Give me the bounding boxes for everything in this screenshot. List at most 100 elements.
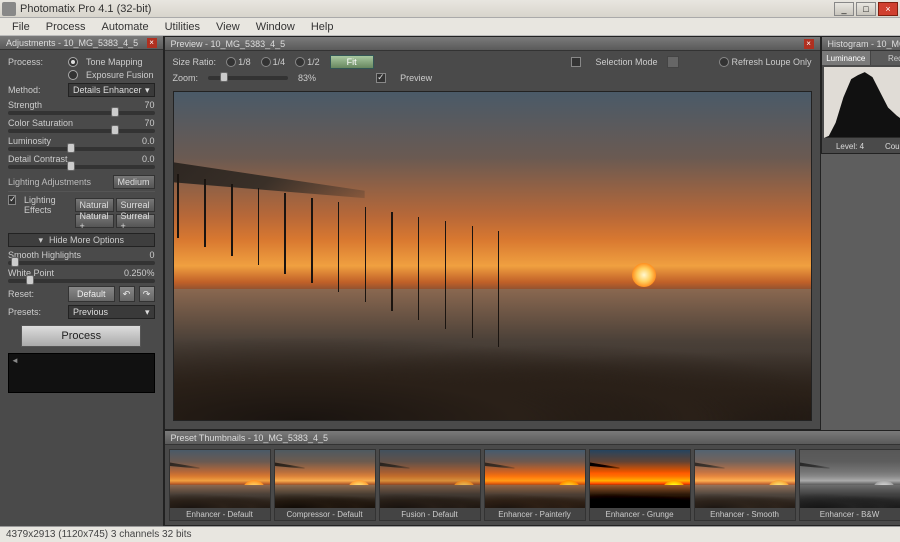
adjustments-panel: Adjustments - 10_MG_5383_4_5 × Process: …	[0, 36, 164, 526]
reset-label: Reset:	[8, 289, 64, 299]
slider-0-label: Strength	[8, 100, 42, 110]
preview-title: Preview - 10_MG_5383_4_5	[171, 39, 286, 49]
preset-thumb-0-label: Enhancer - Default	[170, 508, 270, 520]
window-title: Photomatix Pro 4.1 (32-bit)	[20, 3, 834, 15]
statusbar: 4379x2913 (1120x745) 3 channels 32 bits	[0, 526, 900, 542]
selection-mode-checkbox[interactable]	[571, 57, 581, 67]
preset-thumb-4[interactable]: Enhancer - Grunge	[589, 449, 691, 521]
redo-icon[interactable]: ↷	[139, 286, 155, 302]
preset-thumbnails-title: Preset Thumbnails - 10_MG_5383_4_5	[171, 433, 328, 443]
preset-thumb-1-label: Compressor - Default	[275, 508, 375, 520]
hist-count-label: Count:	[885, 142, 900, 151]
preset-thumb-5[interactable]: Enhancer - Smooth	[694, 449, 796, 521]
preset-thumb-3-label: Enhancer - Painterly	[485, 508, 585, 520]
minimize-button[interactable]: _	[834, 2, 854, 16]
menu-help[interactable]: Help	[303, 19, 342, 35]
presets-label: Presets:	[8, 307, 64, 317]
preview-close-icon[interactable]: ×	[804, 39, 814, 49]
lighting-btn-natural-plus[interactable]: Natural +	[75, 214, 114, 228]
method-label: Method:	[8, 85, 64, 95]
app-icon	[2, 2, 16, 16]
ratio-1-8[interactable]: 1/8	[226, 57, 251, 67]
preview-checkbox[interactable]	[376, 73, 386, 83]
radio-tone-mapping[interactable]	[68, 57, 78, 67]
loupe-area	[8, 353, 155, 393]
preset-thumb-2[interactable]: Fusion - Default	[379, 449, 481, 521]
slider-3-value: 0.0	[142, 154, 155, 164]
preset-thumbnails-panel: Preset Thumbnails - 10_MG_5383_4_5 × Enh…	[164, 430, 900, 526]
lighting-adjustments-header: Lighting Adjustments	[8, 177, 91, 187]
histogram-graph	[824, 67, 900, 138]
maximize-button[interactable]: □	[856, 2, 876, 16]
adjustments-close-icon[interactable]: ×	[147, 38, 157, 48]
process-button[interactable]: Process	[21, 325, 141, 347]
preview-image[interactable]	[173, 91, 812, 421]
radio-exposure-fusion-label: Exposure Fusion	[86, 70, 154, 80]
slider-1-label: Color Saturation	[8, 118, 73, 128]
zoom-label: Zoom:	[173, 73, 199, 83]
reset-default-button[interactable]: Default	[68, 286, 115, 302]
zoom-slider[interactable]	[208, 76, 288, 80]
preset-thumb-6-label: Enhancer - B&W	[800, 508, 900, 520]
zoom-value: 83%	[298, 73, 316, 83]
lighting-btn-surreal[interactable]: Surreal	[116, 198, 155, 212]
slider-3[interactable]	[8, 165, 155, 169]
slider-0[interactable]	[8, 111, 155, 115]
hist-level-label: Level:	[836, 142, 857, 151]
preset-thumb-0[interactable]: Enhancer - Default	[169, 449, 271, 521]
hide-more-options-label: Hide More Options	[49, 235, 124, 245]
preset-thumb-1[interactable]: Compressor - Default	[274, 449, 376, 521]
selection-mode-label: Selection Mode	[595, 57, 657, 67]
adjustments-title: Adjustments - 10_MG_5383_4_5 ×	[0, 36, 163, 50]
close-button[interactable]: ×	[878, 2, 898, 16]
preset-thumb-6[interactable]: Enhancer - B&W	[799, 449, 900, 521]
menu-window[interactable]: Window	[248, 19, 303, 35]
slider-2-label: Luminosity	[8, 136, 51, 146]
preset-thumb-2-label: Fusion - Default	[380, 508, 480, 520]
slider-2-value: 0.0	[142, 136, 155, 146]
hide-more-options-bar[interactable]: ▾ Hide More Options	[8, 233, 155, 247]
hist-tab-red[interactable]: Red	[871, 51, 900, 65]
selection-mode-icon[interactable]	[667, 56, 679, 68]
smooth-highlights-slider[interactable]	[8, 261, 155, 265]
chevron-down-icon: ▾	[145, 85, 150, 96]
preset-thumb-3[interactable]: Enhancer - Painterly	[484, 449, 586, 521]
smooth-highlights-value: 0	[150, 250, 155, 260]
white-point-value: 0.250%	[124, 268, 155, 278]
preview-checkbox-label: Preview	[400, 73, 432, 83]
hist-tab-luminance[interactable]: Luminance	[822, 51, 872, 65]
slider-3-label: Detail Contrast	[8, 154, 68, 164]
histogram-title: Histogram - 10_MG_5383_4_5	[828, 39, 900, 49]
size-ratio-label: Size Ratio:	[173, 57, 217, 67]
lighting-mode-button[interactable]: Medium	[113, 175, 155, 189]
menu-view[interactable]: View	[208, 19, 248, 35]
fit-button[interactable]: Fit	[330, 55, 374, 69]
slider-1[interactable]	[8, 129, 155, 133]
menu-automate[interactable]: Automate	[93, 19, 156, 35]
menu-process[interactable]: Process	[38, 19, 94, 35]
menu-utilities[interactable]: Utilities	[157, 19, 208, 35]
radio-tone-mapping-label: Tone Mapping	[86, 57, 143, 67]
method-dropdown[interactable]: Details Enhancer ▾	[68, 83, 155, 97]
presets-dropdown[interactable]: Previous ▾	[68, 305, 155, 319]
lighting-btn-natural[interactable]: Natural	[75, 198, 114, 212]
ratio-1-4[interactable]: 1/4	[261, 57, 286, 67]
radio-exposure-fusion[interactable]	[68, 70, 78, 80]
white-point-slider[interactable]	[8, 279, 155, 283]
chevron-down-icon: ▾	[38, 235, 43, 246]
slider-0-value: 70	[145, 100, 155, 110]
refresh-loupe-radio[interactable]: Refresh Loupe Only	[719, 57, 811, 67]
menubar: File Process Automate Utilities View Win…	[0, 18, 900, 36]
presets-value: Previous	[73, 307, 108, 317]
titlebar: Photomatix Pro 4.1 (32-bit) _ □ ×	[0, 0, 900, 18]
hist-level-value: 4	[860, 142, 864, 151]
ratio-1-2[interactable]: 1/2	[295, 57, 320, 67]
lighting-btn-surreal-plus[interactable]: Surreal +	[116, 214, 155, 228]
method-value: Details Enhancer	[73, 85, 142, 95]
undo-icon[interactable]: ↶	[119, 286, 135, 302]
menu-file[interactable]: File	[4, 19, 38, 35]
preset-thumb-4-label: Enhancer - Grunge	[590, 508, 690, 520]
lighting-effects-checkbox[interactable]	[8, 195, 16, 205]
lighting-effects-label: Lighting Effects	[24, 195, 70, 215]
slider-2[interactable]	[8, 147, 155, 151]
